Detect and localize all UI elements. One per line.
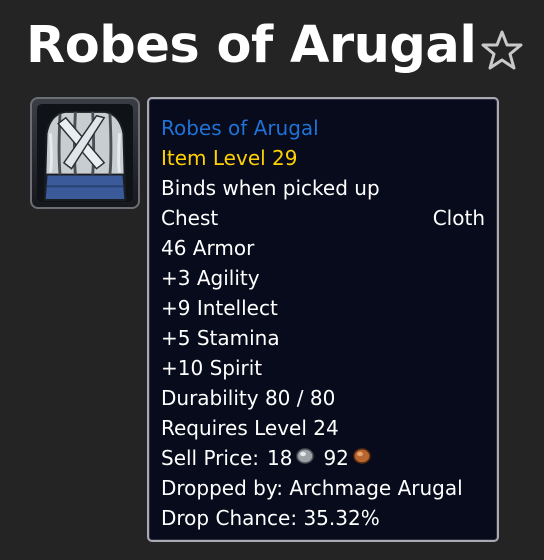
item-dropped-by[interactable]: Dropped by: Archmage Arugal bbox=[161, 473, 485, 503]
silver-coin-icon bbox=[295, 443, 315, 473]
item-stat-stamina: +5 Stamina bbox=[161, 326, 280, 350]
item-armor-type: Cloth bbox=[432, 206, 485, 230]
item-drop-chance: Drop Chance: 35.32% bbox=[161, 506, 380, 530]
item-stat-agility: +3 Agility bbox=[161, 266, 260, 290]
copper-coin-icon bbox=[352, 443, 372, 473]
robe-chest-icon[interactable] bbox=[30, 97, 140, 209]
item-armor: 46 Armor bbox=[161, 236, 255, 260]
item-stat-intellect: +9 Intellect bbox=[161, 296, 278, 320]
sell-price-label: Sell Price: bbox=[161, 446, 259, 470]
item-binding: Binds when picked up bbox=[161, 176, 380, 200]
item-required-level: Requires Level 24 bbox=[161, 416, 339, 440]
item-durability: Durability 80 / 80 bbox=[161, 386, 336, 410]
item-slot: Chest bbox=[161, 206, 219, 230]
item-slot-row: Chest Cloth bbox=[161, 203, 485, 233]
page-title: Robes of Arugal bbox=[26, 16, 477, 75]
sell-price-silver: 18 bbox=[267, 446, 293, 470]
item-level: Item Level 29 bbox=[161, 146, 298, 170]
sell-price-copper: 92 bbox=[323, 446, 349, 470]
item-stat-spirit: +10 Spirit bbox=[161, 356, 263, 380]
item-sell-price: Sell Price: 18 92 bbox=[161, 443, 485, 473]
item-name[interactable]: Robes of Arugal bbox=[161, 113, 485, 143]
item-tooltip: Robes of Arugal Item Level 29 Binds when… bbox=[147, 97, 499, 542]
favorite-star-icon[interactable] bbox=[478, 28, 526, 72]
